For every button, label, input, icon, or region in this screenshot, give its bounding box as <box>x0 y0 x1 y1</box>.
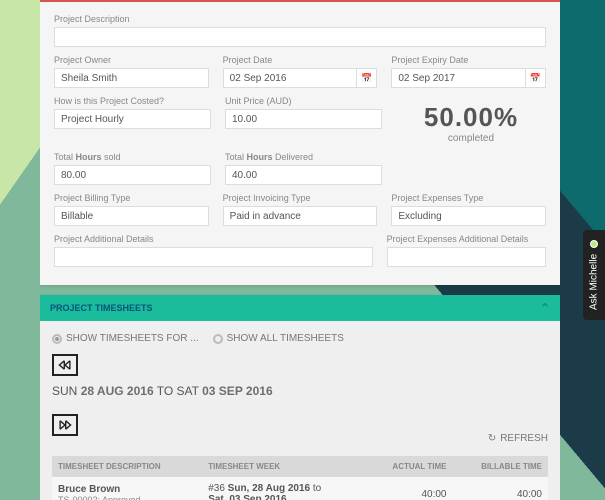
next-week-button[interactable] <box>52 414 78 436</box>
additional-details-label: Project Additional Details <box>54 234 373 244</box>
invoicing-type-label: Project Invoicing Type <box>223 193 378 203</box>
prev-week-button[interactable] <box>52 354 78 376</box>
row-desc-main: Bruce Brown <box>58 484 196 495</box>
calendar-icon[interactable]: 📅 <box>357 68 377 88</box>
ask-michelle-tab[interactable]: Ask Michelle <box>583 230 605 320</box>
project-description-label: Project Description <box>54 14 546 24</box>
project-costed-input[interactable]: Project Hourly <box>54 109 211 129</box>
row-billable: 40:00 <box>453 477 549 500</box>
table-row[interactable]: Bruce Brown TS-00002: Approved #36 Sun, … <box>52 477 548 500</box>
date-range: SUN 28 AUG 2016 TO SAT 03 SEP 2016 <box>52 384 273 398</box>
project-expiry-label: Project Expiry Date <box>391 55 546 65</box>
completed-label: completed <box>396 133 546 144</box>
row-desc-sub: TS-00002: Approved <box>58 495 196 500</box>
col-billable: BILLABLE TIME <box>453 456 549 477</box>
col-week: TIMESHEET WEEK <box>202 456 366 477</box>
status-dot-icon <box>590 240 598 248</box>
radio-show-for-label: SHOW TIMESHEETS FOR ... <box>66 333 199 344</box>
completed-percent: 50.00% <box>396 102 546 133</box>
col-actual: ACTUAL TIME <box>366 456 453 477</box>
hours-sold-input[interactable]: 80.00 <box>54 165 211 185</box>
billing-type-input[interactable]: Billable <box>54 206 209 226</box>
project-owner-input[interactable]: Sheila Smith <box>54 68 209 88</box>
hours-delivered-label: Total Hours Delivered <box>225 152 382 162</box>
project-date-label: Project Date <box>223 55 378 65</box>
panel-title: PROJECT TIMESHEETS <box>50 303 153 313</box>
hours-sold-label: Total Hours sold <box>54 152 211 162</box>
row-week: #36 Sun, 28 Aug 2016 to Sat, 03 Sep 2016 <box>202 477 366 500</box>
collapse-icon[interactable]: ⌃ <box>540 301 550 315</box>
refresh-button[interactable]: ↻ REFRESH <box>488 433 548 444</box>
project-description-input[interactable] <box>54 27 546 47</box>
radio-show-for[interactable] <box>52 334 62 344</box>
col-description: TIMESHEET DESCRIPTION <box>52 456 202 477</box>
ask-michelle-label: Ask Michelle <box>589 253 600 309</box>
calendar-icon[interactable]: 📅 <box>526 68 546 88</box>
hours-delivered-input[interactable]: 40.00 <box>225 165 382 185</box>
refresh-label: REFRESH <box>500 433 548 444</box>
additional-details-input[interactable] <box>54 247 373 267</box>
unit-price-label: Unit Price (AUD) <box>225 96 382 106</box>
project-owner-label: Project Owner <box>54 55 209 65</box>
expenses-additional-label: Project Expenses Additional Details <box>387 234 546 244</box>
billing-type-label: Project Billing Type <box>54 193 209 203</box>
project-costed-label: How is this Project Costed? <box>54 96 211 106</box>
invoicing-type-input[interactable]: Paid in advance <box>223 206 378 226</box>
expenses-additional-input[interactable] <box>387 247 546 267</box>
project-details-card: Project Description Project Owner Sheila… <box>40 0 560 285</box>
project-timesheets-panel: PROJECT TIMESHEETS ⌃ SHOW TIMESHEETS FOR… <box>40 295 560 500</box>
project-expiry-input[interactable]: 02 Sep 2017 <box>391 68 526 88</box>
row-actual: 40:00 <box>366 477 453 500</box>
project-date-input[interactable]: 02 Sep 2016 <box>223 68 358 88</box>
refresh-icon: ↻ <box>488 433 496 444</box>
radio-show-all[interactable] <box>213 334 223 344</box>
unit-price-input[interactable]: 10.00 <box>225 109 382 129</box>
expenses-type-input[interactable]: Excluding <box>391 206 546 226</box>
radio-show-all-label: SHOW ALL TIMESHEETS <box>227 333 344 344</box>
timesheet-table: TIMESHEET DESCRIPTION TIMESHEET WEEK ACT… <box>52 456 548 500</box>
expenses-type-label: Project Expenses Type <box>391 193 546 203</box>
